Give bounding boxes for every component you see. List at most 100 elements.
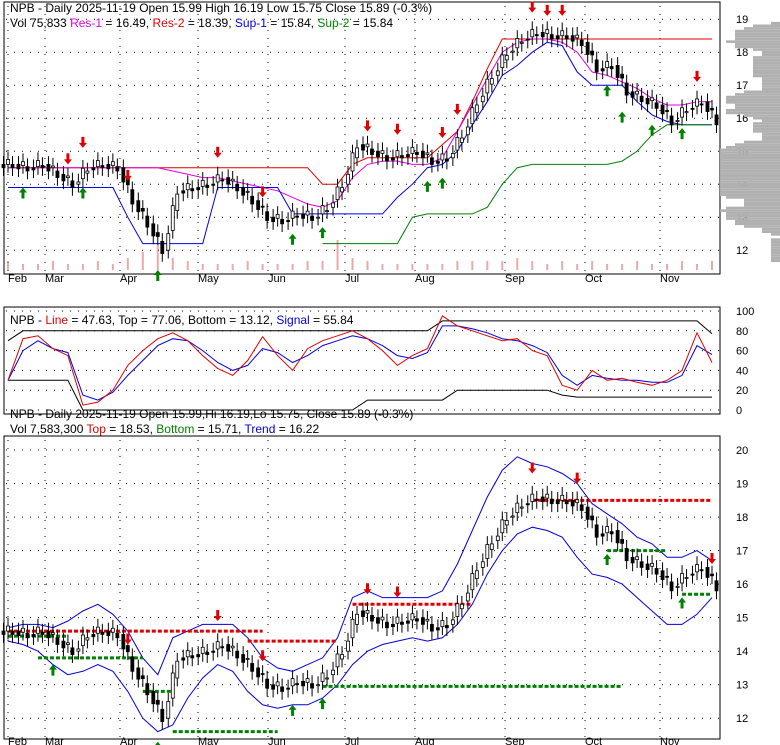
- top-value: = 18.53,: [109, 422, 153, 436]
- volume-profile-bar: [771, 233, 780, 236]
- volume-profile-bar: [726, 108, 780, 112]
- buy-arrow-icon: [18, 187, 27, 199]
- candle-lower-body: [215, 641, 220, 650]
- candle-lower-body: [624, 547, 629, 562]
- candle-body: [555, 35, 560, 40]
- candle-lower-body: [46, 630, 51, 639]
- volume-bar: [531, 261, 534, 270]
- y-tick-label: 60: [736, 346, 748, 358]
- y-tick-label: 19: [736, 479, 748, 491]
- sell-arrow-icon: [213, 146, 222, 158]
- candle-lower-body: [650, 563, 654, 567]
- volume-profile-bar: [735, 106, 780, 109]
- candle-body: [705, 101, 710, 112]
- y-tick-label: 17: [736, 80, 748, 92]
- candle-lower-body: [85, 637, 90, 641]
- candle-body: [365, 143, 370, 148]
- candle-lower-body: [525, 503, 530, 506]
- candle-body: [430, 157, 434, 165]
- x-tick-label: Jul: [345, 273, 359, 285]
- volume-profile-bar: [735, 45, 780, 49]
- candle-lower-body: [76, 648, 81, 652]
- candle-body: [485, 78, 490, 94]
- candle-lower-body: [200, 646, 205, 654]
- volume-bar: [501, 261, 504, 270]
- volume-profile-bar: [744, 201, 780, 204]
- candle-body: [331, 202, 335, 208]
- candle-body: [280, 218, 285, 225]
- volume-bar: [636, 261, 639, 270]
- volume-profile-bar: [726, 206, 780, 210]
- candle-lower-body: [331, 669, 335, 676]
- y-tick-label: 100: [736, 306, 754, 318]
- candle-body: [350, 152, 355, 172]
- volume-profile-bar: [720, 188, 780, 191]
- candle-body: [325, 210, 329, 213]
- candle-lower-body: [310, 683, 314, 689]
- x-tick-label: Apr: [120, 736, 137, 745]
- candle-body: [370, 148, 374, 155]
- candle-body: [91, 167, 96, 171]
- volume-profile-bar: [753, 130, 780, 133]
- candle-lower-body: [519, 506, 524, 509]
- candle-lower-body: [555, 499, 560, 505]
- candle-body: [245, 190, 250, 193]
- candle-body: [564, 35, 569, 40]
- candle-lower-body: [181, 657, 186, 661]
- candle-body: [55, 170, 60, 178]
- candle-body: [480, 95, 485, 103]
- candle-body: [25, 166, 30, 172]
- volume-profile-bar: [753, 64, 780, 67]
- volume-profile-bar: [771, 246, 780, 249]
- volume-profile-bar: [753, 61, 780, 65]
- volume-bar: [261, 264, 264, 270]
- volume-bar: [141, 252, 144, 270]
- candle-body: [594, 59, 599, 73]
- candle-body: [36, 160, 40, 168]
- candle-body: [196, 187, 201, 191]
- candle-body: [545, 29, 550, 34]
- candle-body: [645, 98, 650, 105]
- volume-bar: [201, 264, 204, 270]
- volume-profile-bar: [762, 227, 780, 231]
- candle-body: [695, 98, 699, 107]
- sell-arrow-icon: [213, 610, 222, 622]
- volume-bar: [96, 261, 99, 270]
- candle-body: [380, 150, 385, 154]
- candle-body: [166, 233, 171, 251]
- candle-body: [235, 183, 240, 192]
- volume-profile-bar: [744, 114, 780, 117]
- volume-profile-bar: [744, 204, 780, 207]
- candle-body: [680, 107, 684, 118]
- candle-body: [21, 161, 25, 166]
- candle-body: [376, 150, 380, 158]
- candle-body: [215, 174, 220, 183]
- candle-body: [175, 193, 180, 212]
- buy-arrow-icon: [678, 597, 687, 609]
- candle-body: [271, 216, 276, 222]
- sup2-line: [322, 124, 712, 245]
- x-tick-label: Aug: [415, 273, 435, 285]
- volume-profile-bar: [762, 119, 780, 123]
- line-value: = 47.63,: [71, 313, 116, 327]
- top-label: Top: [86, 422, 106, 436]
- candle-body: [435, 160, 440, 164]
- volume-profile-bar: [720, 190, 780, 194]
- panel1-header-line1: NPB - Daily 2025-11-19 Open 15.99 High 1…: [10, 1, 432, 15]
- y-tick-label: 80: [736, 326, 748, 338]
- volume-profile-bar: [762, 79, 780, 83]
- candle-lower-body: [265, 678, 270, 689]
- candle-body: [465, 126, 470, 136]
- sell-arrow-icon: [453, 103, 462, 115]
- candle-body: [575, 34, 580, 39]
- volume-bar: [591, 261, 594, 270]
- candle-lower-body: [645, 563, 650, 571]
- candle-body: [106, 163, 111, 170]
- volume-bar: [216, 264, 219, 270]
- candle-body: [260, 205, 265, 208]
- volume-bar: [21, 264, 24, 270]
- candle-lower-body: [654, 568, 659, 575]
- candle-body: [650, 97, 654, 101]
- volume-profile-bar: [726, 40, 780, 43]
- candle-lower-body: [474, 570, 479, 579]
